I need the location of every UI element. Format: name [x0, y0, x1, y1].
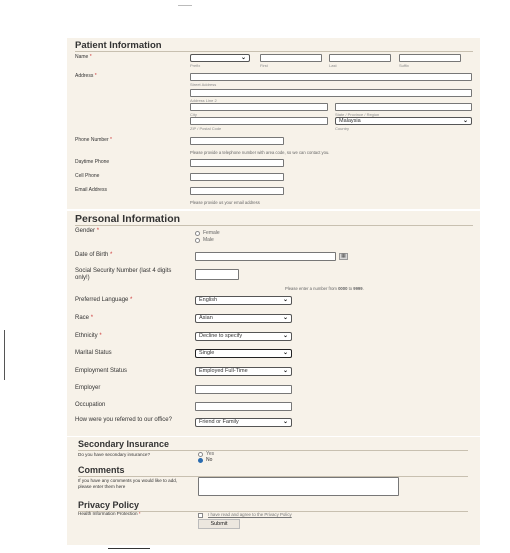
privacy-agree-link[interactable]: I have read and agree to the Privacy Pol… [208, 512, 292, 517]
email-input[interactable] [190, 187, 284, 195]
chevron-down-icon: ⌄ [240, 55, 246, 61]
secondary-insurance-question: Do you have secondary insurance? [78, 452, 151, 457]
chevron-down-icon: ⌄ [282, 368, 288, 374]
comments-title: Comments [78, 465, 125, 475]
state-input[interactable] [335, 103, 472, 111]
chevron-down-icon: ⌄ [462, 118, 468, 124]
marital-status-select[interactable]: Single ⌄ [195, 349, 292, 358]
ssn-label: Social Security Number (last 4 digits on… [75, 268, 172, 281]
zip-sublabel: ZIP / Postal Code [190, 126, 222, 131]
phone-hint: Please provide a telephone number with a… [190, 150, 330, 155]
last-name-input[interactable] [329, 54, 391, 62]
gender-female-radio[interactable] [195, 231, 200, 236]
secondary-no-radio[interactable] [198, 458, 203, 463]
patient-information-section: Patient Information Name * ⌄ Prefix Firs… [67, 38, 480, 209]
secondary-insurance-title: Secondary Insurance [78, 439, 170, 449]
gender-male-radio[interactable] [195, 238, 200, 243]
zip-input[interactable] [190, 117, 328, 125]
chevron-down-icon: ⌄ [282, 315, 288, 321]
employment-status-label: Employment Status [75, 368, 128, 374]
country-select[interactable]: Malaysia ⌄ [335, 117, 472, 125]
top-divider [178, 5, 192, 6]
section-rule [75, 225, 473, 226]
first-name-input[interactable] [260, 54, 322, 62]
street-address-input[interactable] [190, 73, 472, 81]
section-title: Personal Information [75, 213, 181, 225]
phone-input[interactable] [190, 137, 284, 145]
ssn-input[interactable] [195, 269, 239, 280]
employer-label: Employer [75, 385, 101, 391]
chevron-down-icon: ⌄ [282, 350, 288, 356]
first-sublabel: First [260, 63, 268, 68]
privacy-policy-title: Privacy Policy [78, 500, 140, 510]
city-input[interactable] [190, 103, 328, 111]
ssn-hint: Please enter a number from 0000 to 9999. [285, 286, 364, 291]
daytime-phone-input[interactable] [190, 159, 284, 167]
section-title: Patient Information [75, 40, 162, 51]
ethnicity-select[interactable]: Decline to specify ⌄ [195, 332, 292, 341]
suffix-input[interactable] [399, 54, 461, 62]
language-select[interactable]: English ⌄ [195, 296, 292, 305]
race-label: Race * [75, 315, 94, 321]
personal-information-section: Personal Information Gender * Female Mal… [67, 211, 480, 436]
last-sublabel: Last [329, 63, 337, 68]
section-rule [78, 450, 468, 451]
gender-label: Gender * [75, 228, 100, 234]
employment-status-select[interactable]: Employed Full-Time ⌄ [195, 367, 292, 376]
country-sublabel: Country [335, 126, 350, 131]
employer-input[interactable] [195, 385, 292, 394]
section-rule [75, 51, 473, 52]
suffix-sublabel: Suffix [399, 63, 409, 68]
occupation-input[interactable] [195, 402, 292, 411]
gender-female-label: Female [203, 230, 220, 236]
occupation-label: Occupation [75, 402, 106, 408]
email-hint: Please provide us your email address [190, 200, 260, 205]
race-select[interactable]: Asian ⌄ [195, 314, 292, 323]
email-label: Email Address [75, 187, 107, 193]
dob-label: Date of Birth * [75, 252, 113, 258]
comments-textarea[interactable] [198, 477, 399, 496]
chevron-down-icon: ⌄ [282, 297, 288, 303]
submit-button[interactable]: Submit [198, 519, 240, 529]
referral-label: How were you referred to our office? [75, 417, 172, 423]
address-label: Address * [75, 73, 97, 79]
cell-phone-label: Cell Phone [75, 173, 100, 179]
gender-male-label: Male [203, 237, 214, 243]
phone-label: Phone Number * [75, 137, 112, 143]
comments-question: If you have any comments you would like … [78, 478, 178, 489]
ethnicity-label: Ethnicity * [75, 333, 102, 339]
secondary-no-label: No [206, 457, 213, 463]
chevron-down-icon: ⌄ [282, 419, 288, 425]
dob-input[interactable] [195, 252, 336, 261]
referral-select[interactable]: Friend or Family ⌄ [195, 418, 292, 427]
chevron-down-icon: ⌄ [282, 333, 288, 339]
prefix-select[interactable]: ⌄ [190, 54, 250, 62]
sidebar-edge [4, 330, 5, 380]
insurance-comments-privacy-section: Secondary Insurance Do you have secondar… [67, 437, 480, 545]
secondary-yes-radio[interactable] [198, 452, 203, 457]
privacy-label: Health Information Protection * [78, 511, 141, 516]
cell-phone-input[interactable] [190, 173, 284, 181]
marital-status-label: Marital Status [75, 350, 112, 356]
bottom-divider [108, 548, 150, 549]
calendar-icon[interactable]: ▦ [339, 253, 348, 260]
privacy-agree-checkbox[interactable] [198, 513, 203, 518]
street-sublabel: Street Address [190, 82, 217, 87]
address-line2-input[interactable] [190, 89, 472, 97]
prefix-sublabel: Prefix [190, 63, 201, 68]
daytime-phone-label: Daytime Phone [75, 159, 110, 165]
name-label: Name * [75, 54, 92, 60]
language-label: Preferred Language * [75, 297, 133, 303]
